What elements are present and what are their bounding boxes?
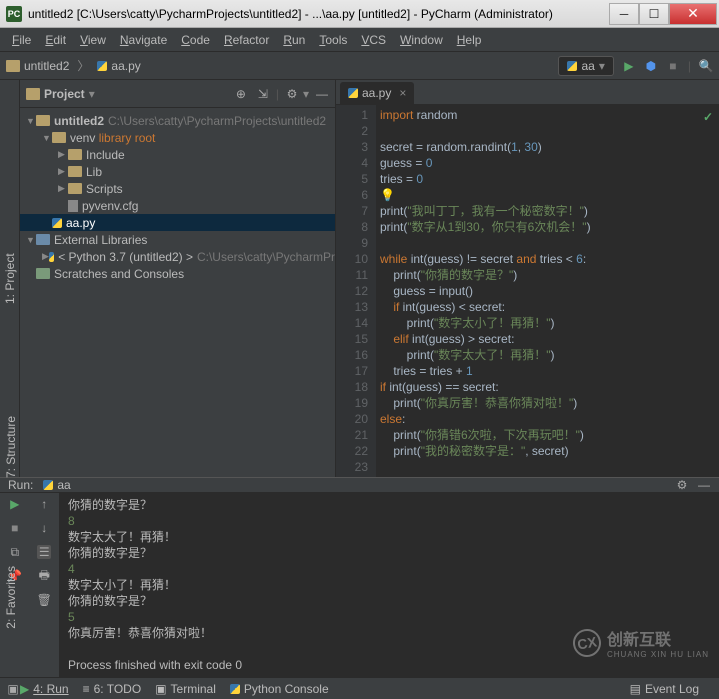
python-file-icon	[348, 88, 358, 98]
menu-view[interactable]: View	[74, 31, 112, 49]
chevron-down-icon[interactable]: ▾	[89, 87, 95, 101]
up-icon[interactable]: ↑	[37, 497, 51, 511]
menu-edit[interactable]: Edit	[39, 31, 72, 49]
toolwin-icon[interactable]: ▣	[6, 682, 20, 696]
print-icon[interactable]: 🖶	[37, 569, 51, 583]
menu-code[interactable]: Code	[175, 31, 216, 49]
breadcrumb-file: aa.py	[111, 59, 140, 73]
chevron-right-icon: 〉	[77, 57, 89, 74]
hide-icon[interactable]: —	[315, 87, 329, 101]
menu-file[interactable]: File	[6, 31, 37, 49]
status-eventlog[interactable]: ▤ Event Log	[630, 682, 699, 696]
run-icon[interactable]: ▶	[622, 59, 636, 73]
menu-refactor[interactable]: Refactor	[218, 31, 275, 49]
tree-venv[interactable]: ▼venv library root	[20, 129, 335, 146]
trash-icon[interactable]: 🗑	[37, 593, 51, 607]
menu-vcs[interactable]: VCS	[355, 31, 392, 49]
bulb-icon[interactable]: 💡	[380, 188, 395, 202]
code-source[interactable]: import random secret = random.randint(1,…	[376, 105, 719, 477]
close-button[interactable]: ✕	[669, 3, 717, 25]
run-config-label: aa	[581, 59, 594, 73]
stop-icon[interactable]: ■	[666, 59, 680, 73]
tree-include[interactable]: ▶Include	[20, 146, 335, 163]
status-todo[interactable]: ≡ 6: TODO	[83, 682, 142, 696]
editor-tab-aa[interactable]: aa.py ×	[340, 82, 414, 104]
status-terminal[interactable]: ▣ Terminal	[155, 682, 216, 696]
tree-pyvenv[interactable]: pyvenv.cfg	[20, 197, 335, 214]
run-tab[interactable]: aa	[43, 478, 70, 492]
tree-external-libs[interactable]: ▼External Libraries	[20, 231, 335, 248]
status-pyconsole[interactable]: Python Console	[230, 682, 329, 696]
folder-icon	[26, 88, 40, 100]
target-icon[interactable]: ⊕	[234, 87, 248, 101]
menu-navigate[interactable]: Navigate	[114, 31, 173, 49]
watermark: CX 创新互联 CHUANG XIN HU LIAN	[573, 626, 709, 659]
tree-scripts[interactable]: ▶Scripts	[20, 180, 335, 197]
sidebar-tab-favorites[interactable]: 2: Favorites	[2, 560, 20, 635]
window-title: untitled2 [C:\Users\catty\PycharmProject…	[28, 7, 609, 21]
stop-icon[interactable]: ■	[8, 521, 22, 535]
gear-icon[interactable]: ⚙	[675, 478, 689, 492]
wrap-icon[interactable]: ☰	[37, 545, 51, 559]
chevron-down-icon: ▾	[303, 87, 309, 101]
tree-scratches[interactable]: Scratches and Consoles	[20, 265, 335, 282]
tree-root[interactable]: ▼untitled2C:\Users\catty\PycharmProjects…	[20, 112, 335, 129]
python-file-icon	[97, 61, 107, 71]
debug-icon[interactable]: ⬢	[644, 59, 658, 73]
sidebar-tab-structure[interactable]: 7: Structure	[2, 410, 20, 484]
menu-help[interactable]: Help	[451, 31, 488, 49]
gutter: 1234567891011121314151617181920212223	[336, 105, 376, 477]
menu-bar: FileEditViewNavigateCodeRefactorRunTools…	[0, 28, 719, 52]
layout-icon[interactable]: ⧉	[8, 545, 22, 559]
hide-icon[interactable]: —	[697, 478, 711, 492]
tree-python37[interactable]: ▶< Python 3.7 (untitled2) >C:\Users\catt…	[20, 248, 335, 265]
close-tab-icon[interactable]: ×	[399, 86, 406, 100]
project-panel-title: Project	[44, 87, 85, 101]
pycharm-icon: PC	[6, 6, 22, 22]
python-file-icon	[567, 61, 577, 71]
menu-tools[interactable]: Tools	[313, 31, 353, 49]
breadcrumb[interactable]: untitled2 〉 aa.py	[6, 57, 141, 74]
tree-aa[interactable]: aa.py	[20, 214, 335, 231]
run-config-selector[interactable]: aa ▾	[558, 56, 613, 76]
search-icon[interactable]: 🔍	[699, 59, 713, 73]
collapse-icon[interactable]: ⇲	[256, 87, 270, 101]
minimize-button[interactable]: ─	[609, 3, 639, 25]
folder-icon	[6, 60, 20, 72]
down-icon[interactable]: ↓	[37, 521, 51, 535]
tree-lib[interactable]: ▶Lib	[20, 163, 335, 180]
breadcrumb-root: untitled2	[24, 59, 69, 73]
maximize-button[interactable]: ☐	[639, 3, 669, 25]
editor-tab-label: aa.py	[362, 86, 391, 100]
menu-run[interactable]: Run	[277, 31, 311, 49]
chevron-down-icon: ▾	[599, 59, 605, 73]
menu-window[interactable]: Window	[394, 31, 449, 49]
gear-icon[interactable]: ⚙	[285, 87, 299, 101]
rerun-icon[interactable]: ▶	[8, 497, 22, 511]
status-run[interactable]: ▶4: Run	[20, 682, 69, 696]
